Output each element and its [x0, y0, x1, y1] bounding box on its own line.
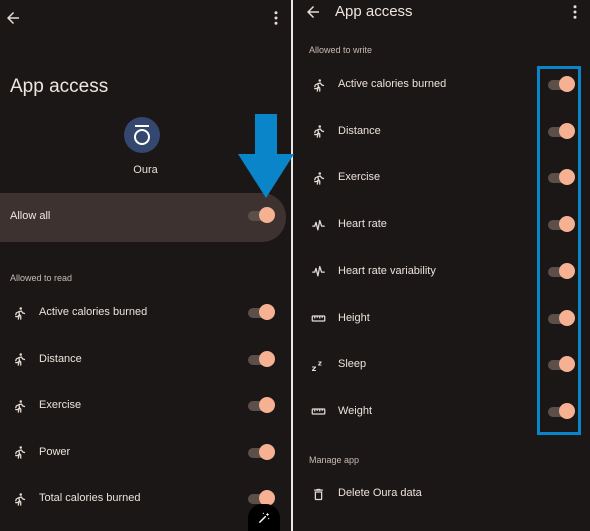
- permission-label: Power: [39, 445, 71, 458]
- more-options-icon[interactable]: [264, 6, 288, 30]
- page-title: App access: [335, 3, 413, 20]
- permission-toggle[interactable]: [248, 443, 275, 460]
- permission-label: Distance: [39, 352, 82, 365]
- permission-toggle[interactable]: [248, 350, 275, 367]
- trash-icon: [310, 486, 326, 502]
- permission-label: Height: [338, 311, 370, 324]
- back-arrow-icon[interactable]: [301, 0, 325, 24]
- permission-label: Active calories burned: [338, 78, 447, 90]
- allow-all-toggle[interactable]: [248, 207, 275, 223]
- ruler-icon: [310, 311, 326, 327]
- annotation-highlight-box: [537, 66, 581, 435]
- left-screen: App access Oura Allow all Allowed to rea…: [0, 0, 291, 531]
- sleep-icon: zz: [310, 357, 326, 373]
- allow-all-row[interactable]: Allow all: [0, 193, 286, 242]
- svg-text:z: z: [317, 359, 321, 367]
- permission-toggle[interactable]: [248, 397, 275, 413]
- running-icon: [11, 491, 27, 507]
- permission-toggle[interactable]: [248, 304, 275, 320]
- permission-label: Sleep: [338, 358, 367, 371]
- magic-wand-fab[interactable]: [248, 504, 280, 531]
- section-manage-app: Manage app: [309, 455, 360, 465]
- permission-row[interactable]: Exercise: [0, 391, 291, 421]
- running-icon: [310, 77, 326, 93]
- permission-label: Heart rate: [338, 218, 387, 231]
- back-arrow-icon[interactable]: [1, 6, 25, 30]
- heartbeat-icon: [310, 217, 326, 233]
- page-title: App access: [10, 76, 109, 97]
- permission-label: Distance: [338, 124, 381, 137]
- running-icon: [11, 352, 27, 368]
- running-icon: [310, 170, 326, 186]
- running-icon: [310, 124, 326, 140]
- permission-row[interactable]: Total calories burned: [0, 484, 291, 514]
- allow-all-label: Allow all: [10, 210, 51, 222]
- delete-data-label: Delete Oura data: [338, 487, 422, 499]
- permission-label: Active calories burned: [39, 306, 148, 318]
- permission-row[interactable]: Active calories burned: [0, 298, 291, 328]
- more-options-icon[interactable]: [563, 0, 587, 24]
- permission-label: Heart rate variability: [338, 264, 436, 277]
- annotation-down-arrow: [238, 114, 294, 198]
- permission-label: Exercise: [39, 399, 82, 411]
- oura-app-icon: [124, 117, 160, 153]
- section-allowed-to-write: Allowed to write: [309, 45, 373, 55]
- permission-label: Weight: [338, 404, 373, 417]
- permission-row[interactable]: Power: [0, 438, 291, 468]
- permission-row[interactable]: Distance: [0, 345, 291, 375]
- heartbeat-icon: [310, 264, 326, 280]
- delete-data-row[interactable]: Delete Oura data: [293, 479, 590, 509]
- svg-text:z: z: [311, 363, 316, 373]
- running-icon: [11, 398, 27, 414]
- permission-label: Total calories burned: [39, 492, 141, 504]
- running-icon: [11, 445, 27, 461]
- section-allowed-to-read: Allowed to read: [10, 273, 73, 283]
- ruler-icon: [310, 404, 326, 420]
- permission-label: Exercise: [338, 171, 381, 184]
- running-icon: [11, 305, 27, 321]
